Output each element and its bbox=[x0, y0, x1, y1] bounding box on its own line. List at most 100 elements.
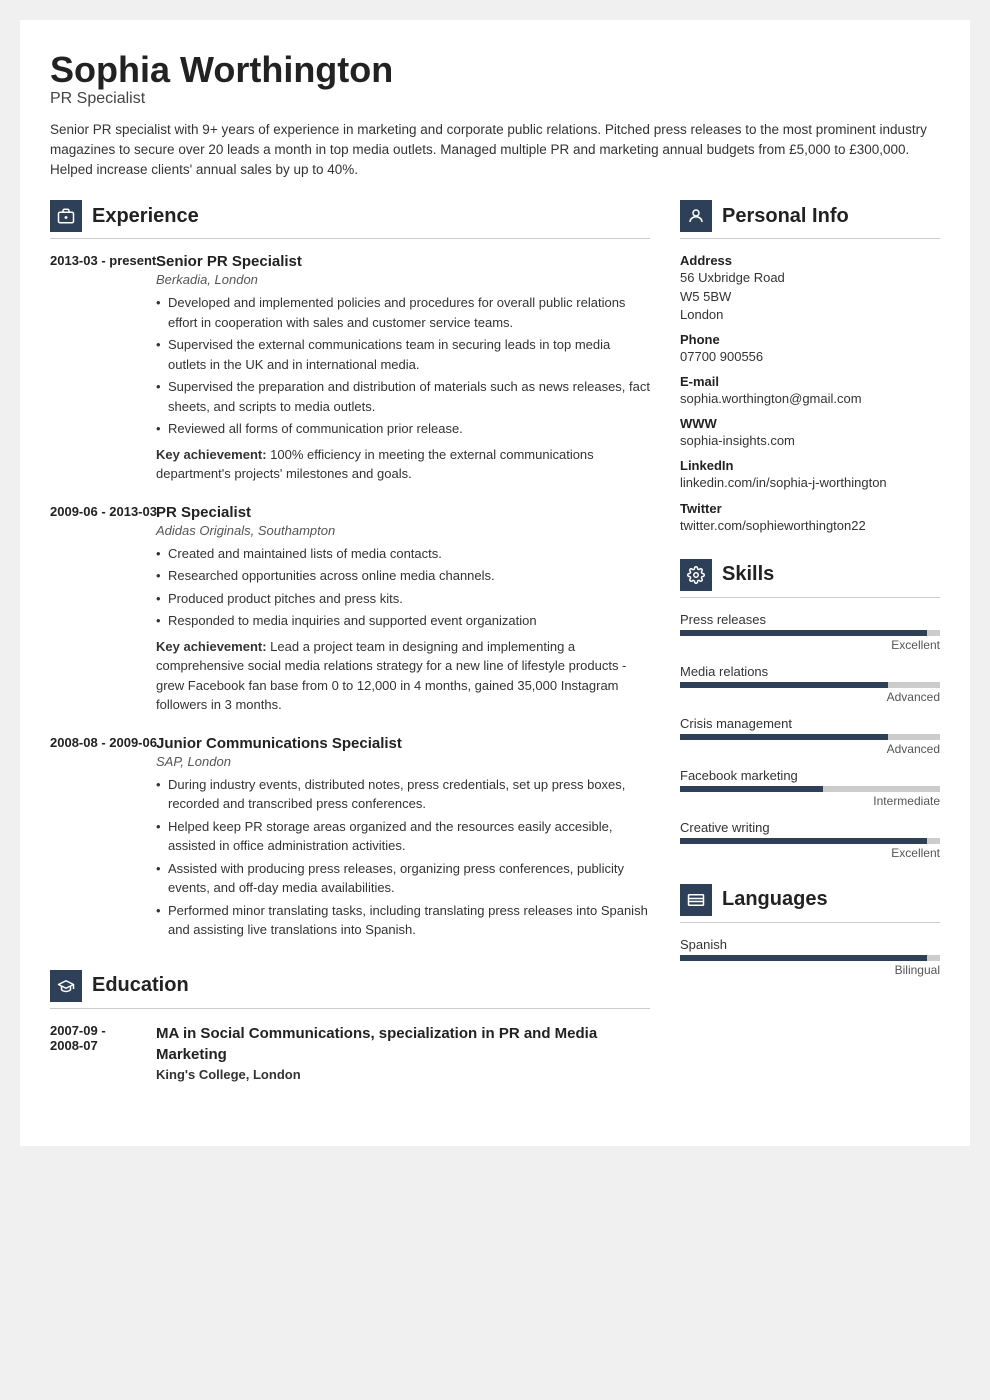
candidate-title: PR Specialist bbox=[50, 90, 940, 108]
skill-level-4: Excellent bbox=[680, 846, 940, 860]
skill-bar-fill-0 bbox=[680, 630, 927, 636]
edu-entry-1: 2007-09 - 2008-07 MA in Social Communica… bbox=[50, 1023, 650, 1082]
pi-linkedin-block: LinkedIn linkedin.com/in/sophia-j-worthi… bbox=[680, 458, 940, 492]
exp-job-title-3: Junior Communications Specialist bbox=[156, 735, 650, 752]
skill-item-2: Crisis management Advanced bbox=[680, 716, 940, 756]
pi-twitter-label: Twitter bbox=[680, 501, 940, 516]
pi-address-block: Address 56 Uxbridge RoadW5 5BWLondon bbox=[680, 253, 940, 324]
personal-info-section: Personal Info Address 56 Uxbridge RoadW5… bbox=[680, 200, 940, 535]
resume-container: Sophia Worthington PR Specialist Senior … bbox=[20, 20, 970, 1146]
lang-level-0: Bilingual bbox=[680, 963, 940, 977]
exp-bullet: Reviewed all forms of communication prio… bbox=[156, 419, 650, 439]
skills-title: Skills bbox=[722, 563, 774, 586]
exp-bullets-2: Created and maintained lists of media co… bbox=[156, 544, 650, 631]
personal-info-header: Personal Info bbox=[680, 200, 940, 239]
pi-address-value: 56 Uxbridge RoadW5 5BWLondon bbox=[680, 269, 940, 324]
skill-bar-bg-2 bbox=[680, 734, 940, 740]
resume-header: Sophia Worthington PR Specialist Senior … bbox=[50, 50, 940, 180]
pi-email-block: E-mail sophia.worthington@gmail.com bbox=[680, 374, 940, 408]
exp-job-title-2: PR Specialist bbox=[156, 504, 650, 521]
exp-dates-2: 2009-06 - 2013-03 bbox=[50, 504, 140, 715]
experience-section-header: Experience bbox=[50, 200, 650, 239]
exp-bullet: Created and maintained lists of media co… bbox=[156, 544, 650, 564]
experience-icon bbox=[50, 200, 82, 232]
skill-bar-bg-3 bbox=[680, 786, 940, 792]
skill-item-4: Creative writing Excellent bbox=[680, 820, 940, 860]
experience-section: Experience 2013-03 - present Senior PR S… bbox=[50, 200, 650, 946]
education-title: Education bbox=[92, 974, 189, 997]
candidate-summary: Senior PR specialist with 9+ years of ex… bbox=[50, 120, 940, 181]
pi-www-value: sophia-insights.com bbox=[680, 432, 940, 450]
exp-company-2: Adidas Originals, Southampton bbox=[156, 523, 650, 538]
education-section-header: Education bbox=[50, 970, 650, 1009]
left-column: Experience 2013-03 - present Senior PR S… bbox=[50, 200, 650, 1106]
exp-company-1: Berkadia, London bbox=[156, 272, 650, 287]
skill-bar-bg-1 bbox=[680, 682, 940, 688]
pi-phone-label: Phone bbox=[680, 332, 940, 347]
skill-bar-fill-3 bbox=[680, 786, 823, 792]
exp-dates-3: 2008-08 - 2009-06 bbox=[50, 735, 140, 946]
edu-degree-1: MA in Social Communications, specializat… bbox=[156, 1023, 650, 1065]
exp-entry-2: 2009-06 - 2013-03 PR Specialist Adidas O… bbox=[50, 504, 650, 715]
skill-bar-fill-4 bbox=[680, 838, 927, 844]
skill-bar-bg-0 bbox=[680, 630, 940, 636]
lang-bar-fill-0 bbox=[680, 955, 927, 961]
exp-company-3: SAP, London bbox=[156, 754, 650, 769]
exp-bullets-1: Developed and implemented policies and p… bbox=[156, 293, 650, 439]
skill-level-0: Excellent bbox=[680, 638, 940, 652]
exp-entry-3: 2008-08 - 2009-06 Junior Communications … bbox=[50, 735, 650, 946]
languages-section-header: Languages bbox=[680, 884, 940, 923]
edu-dates-1: 2007-09 - 2008-07 bbox=[50, 1023, 140, 1082]
languages-title: Languages bbox=[722, 888, 828, 911]
lang-item-0: Spanish Bilingual bbox=[680, 937, 940, 977]
exp-content-2: PR Specialist Adidas Originals, Southamp… bbox=[156, 504, 650, 715]
exp-bullet: Developed and implemented policies and p… bbox=[156, 293, 650, 332]
skill-level-1: Advanced bbox=[680, 690, 940, 704]
exp-entry-1: 2013-03 - present Senior PR Specialist B… bbox=[50, 253, 650, 484]
skills-icon bbox=[680, 559, 712, 591]
right-column: Personal Info Address 56 Uxbridge RoadW5… bbox=[680, 200, 940, 1106]
skill-item-1: Media relations Advanced bbox=[680, 664, 940, 704]
exp-bullet: Supervised the preparation and distribut… bbox=[156, 377, 650, 416]
skill-item-0: Press releases Excellent bbox=[680, 612, 940, 652]
exp-bullet: Produced product pitches and press kits. bbox=[156, 589, 650, 609]
pi-linkedin-label: LinkedIn bbox=[680, 458, 940, 473]
education-icon bbox=[50, 970, 82, 1002]
skill-name-4: Creative writing bbox=[680, 820, 940, 835]
skill-name-2: Crisis management bbox=[680, 716, 940, 731]
pi-address-label: Address bbox=[680, 253, 940, 268]
skill-level-2: Advanced bbox=[680, 742, 940, 756]
skills-section-header: Skills bbox=[680, 559, 940, 598]
exp-job-title-1: Senior PR Specialist bbox=[156, 253, 650, 270]
pi-www-block: WWW sophia-insights.com bbox=[680, 416, 940, 450]
pi-phone-block: Phone 07700 900556 bbox=[680, 332, 940, 366]
exp-bullet: Responded to media inquiries and support… bbox=[156, 611, 650, 631]
languages-section: Languages Spanish Bilingual bbox=[680, 884, 940, 977]
skill-bar-bg-4 bbox=[680, 838, 940, 844]
candidate-name: Sophia Worthington bbox=[50, 50, 940, 90]
main-layout: Experience 2013-03 - present Senior PR S… bbox=[50, 200, 940, 1106]
exp-content-3: Junior Communications Specialist SAP, Lo… bbox=[156, 735, 650, 946]
education-section: Education 2007-09 - 2008-07 MA in Social… bbox=[50, 970, 650, 1082]
exp-bullet: Performed minor translating tasks, inclu… bbox=[156, 901, 650, 940]
lang-name-0: Spanish bbox=[680, 937, 940, 952]
pi-email-value: sophia.worthington@gmail.com bbox=[680, 390, 940, 408]
skill-bar-fill-2 bbox=[680, 734, 888, 740]
skill-name-1: Media relations bbox=[680, 664, 940, 679]
personal-info-icon bbox=[680, 200, 712, 232]
exp-achievement-1: Key achievement: 100% efficiency in meet… bbox=[156, 445, 650, 484]
skill-level-3: Intermediate bbox=[680, 794, 940, 808]
skill-name-0: Press releases bbox=[680, 612, 940, 627]
exp-content-1: Senior PR Specialist Berkadia, London De… bbox=[156, 253, 650, 484]
languages-icon bbox=[680, 884, 712, 916]
skill-name-3: Facebook marketing bbox=[680, 768, 940, 783]
pi-phone-value: 07700 900556 bbox=[680, 348, 940, 366]
exp-bullets-3: During industry events, distributed note… bbox=[156, 775, 650, 940]
exp-bullet: Helped keep PR storage areas organized a… bbox=[156, 817, 650, 856]
experience-title: Experience bbox=[92, 205, 199, 228]
exp-bullet: Supervised the external communications t… bbox=[156, 335, 650, 374]
skills-section: Skills Press releases Excellent Media re… bbox=[680, 559, 940, 860]
personal-info-title: Personal Info bbox=[722, 205, 849, 228]
skill-item-3: Facebook marketing Intermediate bbox=[680, 768, 940, 808]
edu-content-1: MA in Social Communications, specializat… bbox=[156, 1023, 650, 1082]
